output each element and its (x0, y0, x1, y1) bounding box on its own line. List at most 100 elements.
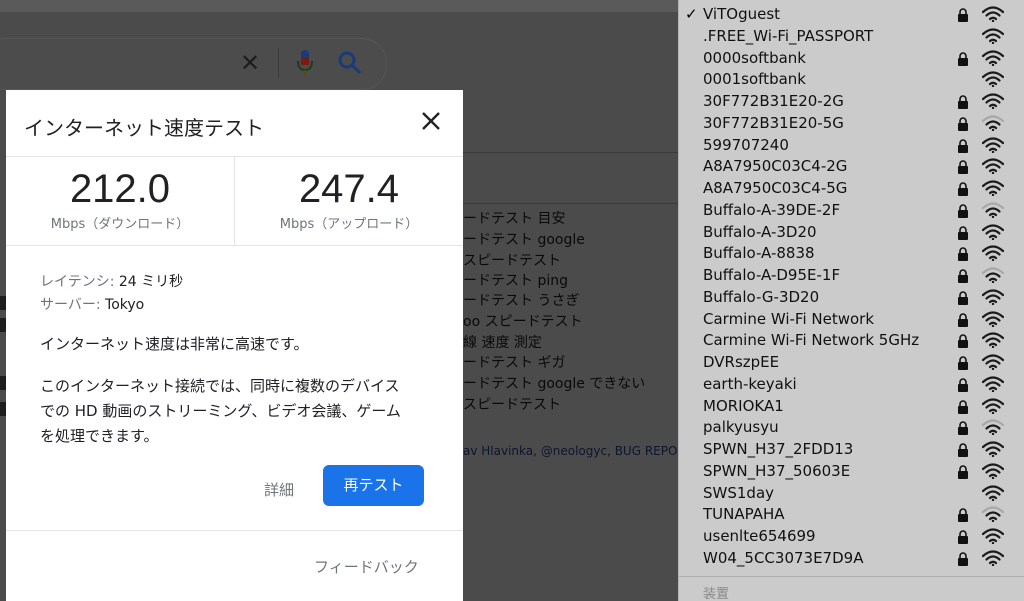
speed-summary: インターネット速度は非常に高速です。 (40, 335, 309, 353)
upload-speed-value: 247.4 (298, 167, 400, 211)
checkmark-icon: ✓ (685, 5, 698, 23)
section-divider (6, 245, 463, 246)
lock-icon (958, 312, 968, 327)
close-icon[interactable] (418, 108, 444, 134)
capability-description-line-3: を処理できます。 (40, 427, 159, 445)
wifi-network-name: DVRszpEE (703, 353, 780, 371)
wifi-network-item[interactable]: Buffalo-G-3D20 (679, 286, 1024, 308)
wifi-network-name: SPWN_H37_50603E (703, 461, 851, 480)
wifi-network-item[interactable]: usenlte654699 (679, 525, 1024, 547)
wifi-network-name: palkyusyu (703, 418, 779, 437)
lock-icon (958, 356, 968, 370)
retest-button[interactable]: 再テスト (323, 465, 424, 506)
search-box[interactable] (0, 38, 387, 90)
download-metric: 212.0 Mbps（ダウンロード） (6, 157, 234, 245)
feedback-link[interactable]: フィードバック (314, 556, 419, 577)
wifi-network-item[interactable]: SPWN_H37_2FDD13 (679, 438, 1024, 460)
lock-icon (958, 138, 968, 153)
lock-icon (958, 95, 968, 109)
details-button[interactable]: 詳細 (264, 479, 294, 500)
wifi-network-item[interactable]: 30F772B31E20-5G (679, 112, 1024, 134)
wifi-network-name: Carmine Wi-Fi Network (703, 309, 875, 328)
wifi-signal-icon (982, 136, 1004, 153)
background-divider (463, 203, 678, 204)
wifi-signal-icon (982, 310, 1004, 327)
lock-icon (958, 204, 968, 218)
wifi-signal-icon (982, 463, 1004, 479)
lock-icon (958, 378, 968, 392)
menu-separator (679, 576, 1024, 577)
wifi-network-item[interactable]: 0001softbank (679, 68, 1024, 90)
wifi-network-name: 30F772B31E20-2G (703, 92, 844, 110)
wifi-network-name: Buffalo-A-8838 (703, 244, 815, 263)
wifi-network-menu: ✓ ViTOguest .FREE_Wi-Fi_PASSPORT 0000softba… (678, 0, 1024, 601)
lock-icon (958, 421, 968, 436)
wifi-network-item[interactable]: Carmine Wi-Fi Network 5GHz (679, 329, 1024, 351)
wifi-signal-icon (982, 528, 1004, 544)
clear-icon[interactable]: ✕ (237, 50, 263, 76)
lock-icon (958, 51, 968, 66)
wifi-network-name: MORIOKA1 (703, 396, 784, 415)
wifi-signal-icon (982, 397, 1004, 414)
related-search-link[interactable]: ードテスト google (463, 229, 585, 249)
microphone-icon[interactable] (296, 49, 314, 77)
wifi-signal-icon (982, 506, 1004, 523)
wifi-network-item[interactable]: Buffalo-A-8838 (679, 242, 1024, 264)
wifi-network-name: 599707240 (703, 135, 789, 154)
wifi-signal-icon (982, 158, 1004, 175)
upload-metric: 247.4 Mbps（アップロード） (235, 157, 463, 245)
lock-icon (958, 334, 968, 349)
wifi-network-item[interactable]: A8A7950C03C4-2G (679, 155, 1024, 177)
card-header: インターネット速度テスト (6, 90, 463, 157)
footer-divider (6, 530, 463, 531)
wifi-signal-icon (982, 180, 1004, 196)
wifi-signal-icon (982, 6, 1004, 22)
card-title: インターネット速度テスト (24, 116, 264, 140)
wifi-network-item[interactable]: palkyusyu (679, 416, 1024, 438)
wifi-network-name: earth-keyaki (703, 374, 797, 393)
related-search-link[interactable]: 線 速度 測定 (463, 332, 542, 352)
wifi-network-item[interactable]: 30F772B31E20-2G (679, 90, 1024, 112)
wifi-network-item[interactable]: DVRszpEE (679, 351, 1024, 373)
server-value: Tokyo (105, 297, 145, 313)
wifi-network-item[interactable]: Buffalo-A-39DE-2F (679, 199, 1024, 221)
wifi-network-item[interactable]: SPWN_H37_50603E (679, 460, 1024, 482)
lock-icon (958, 443, 968, 457)
wifi-signal-icon (982, 376, 1004, 392)
wifi-network-item[interactable]: TUNAPAHA (679, 503, 1024, 525)
related-search-link[interactable]: ードテスト ping (463, 270, 568, 290)
related-search-link[interactable]: ードテスト うさぎ (463, 290, 579, 310)
wifi-network-item[interactable]: A8A7950C03C4-5G (679, 177, 1024, 199)
wifi-network-item[interactable]: W04_5CC3073E7D9A (679, 547, 1024, 569)
wifi-network-item[interactable]: earth-keyaki (679, 373, 1024, 395)
wifi-network-item[interactable]: MORIOKA1 (679, 395, 1024, 417)
related-search-link[interactable]: スピードテスト (463, 394, 561, 414)
lock-icon (958, 225, 968, 240)
wifi-network-name: Buffalo-G-3D20 (703, 287, 820, 306)
wifi-network-item[interactable]: .FREE_Wi-Fi_PASSPORT (679, 25, 1024, 47)
related-search-link[interactable]: スピードテスト (463, 250, 561, 270)
related-search-link[interactable]: oo スピードテスト (463, 311, 583, 331)
search-icon[interactable] (337, 49, 363, 77)
wifi-network-item[interactable]: ✓ ViTOguest (679, 3, 1024, 25)
wifi-network-name: Buffalo-A-D95E-1F (703, 266, 841, 284)
wifi-network-name: A8A7950C03C4-2G (703, 157, 848, 176)
wifi-network-item[interactable]: 0000softbank (679, 47, 1024, 69)
wifi-network-name: A8A7950C03C4-5G (703, 179, 848, 197)
wifi-network-item[interactable]: 599707240 (679, 134, 1024, 156)
related-search-link[interactable]: ードテスト google できない (463, 373, 645, 393)
wifi-network-item[interactable]: Buffalo-A-D95E-1F (679, 264, 1024, 286)
lock-icon (958, 508, 968, 523)
download-unit-label: Mbps（ダウンロード） (50, 217, 190, 232)
wifi-signal-icon (982, 223, 1004, 240)
related-search-link[interactable]: ードテスト ギガ (463, 352, 565, 372)
server-label: サーバー: (40, 297, 106, 313)
wifi-network-item[interactable]: SWS1day (679, 482, 1024, 504)
related-search-link[interactable]: ードテスト 目安 (463, 208, 565, 228)
wifi-signal-icon (982, 267, 1004, 283)
wifi-network-name: W04_5CC3073E7D9A (703, 548, 864, 567)
wifi-network-item[interactable]: Carmine Wi-Fi Network (679, 308, 1024, 330)
wifi-network-name: TUNAPAHA (703, 505, 785, 524)
wifi-network-item[interactable]: Buffalo-A-3D20 (679, 221, 1024, 243)
background-divider (463, 152, 678, 153)
